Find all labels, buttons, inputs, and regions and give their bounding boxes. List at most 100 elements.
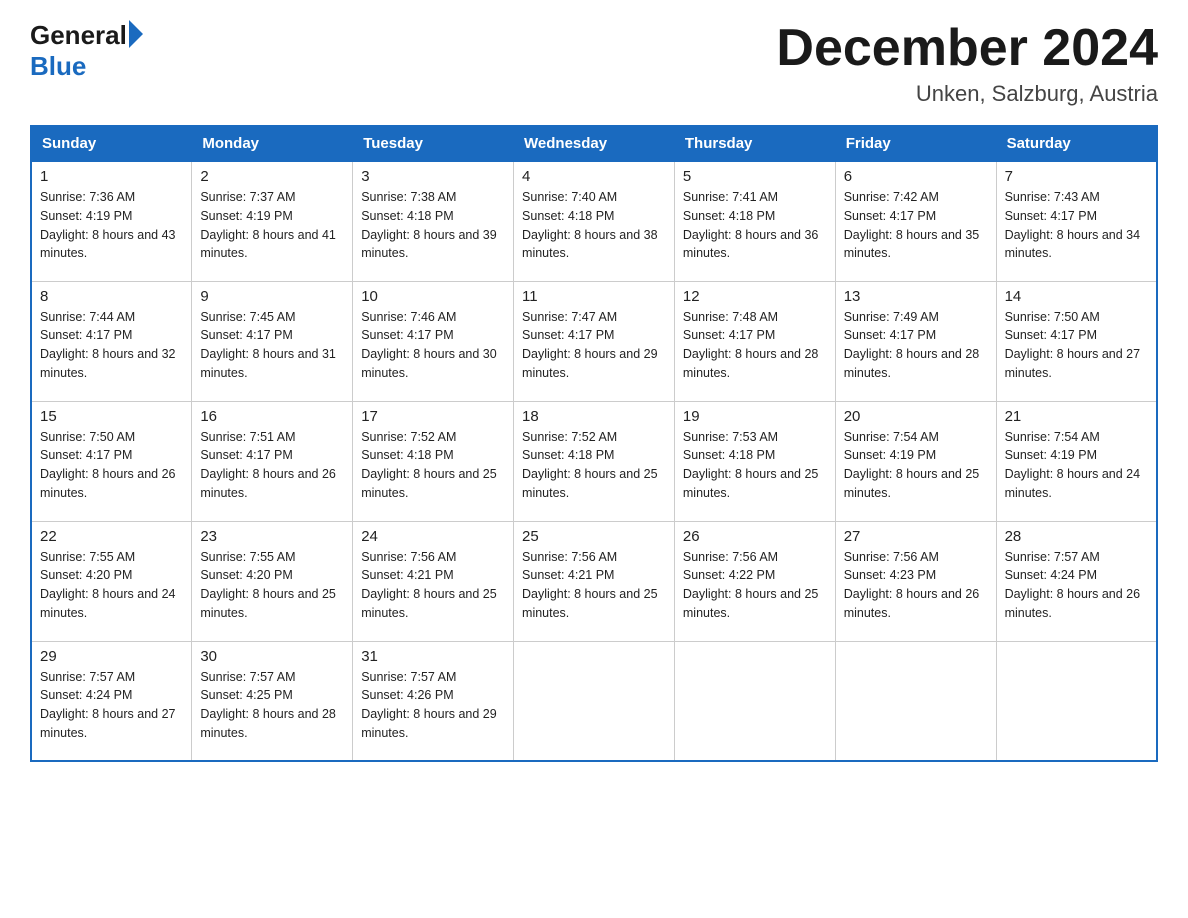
- calendar-cell: 5 Sunrise: 7:41 AMSunset: 4:18 PMDayligh…: [674, 161, 835, 281]
- day-number: 14: [1005, 288, 1148, 305]
- day-number: 7: [1005, 168, 1148, 185]
- day-number: 10: [361, 288, 505, 305]
- calendar-cell: 29 Sunrise: 7:57 AMSunset: 4:24 PMDaylig…: [31, 641, 192, 761]
- day-info: Sunrise: 7:43 AMSunset: 4:17 PMDaylight:…: [1005, 190, 1141, 260]
- day-number: 26: [683, 528, 827, 545]
- calendar-cell: 26 Sunrise: 7:56 AMSunset: 4:22 PMDaylig…: [674, 521, 835, 641]
- day-number: 29: [40, 648, 183, 665]
- month-title: December 2024: [776, 20, 1158, 77]
- calendar-cell: [996, 641, 1157, 761]
- day-number: 30: [200, 648, 344, 665]
- day-number: 20: [844, 408, 988, 425]
- day-number: 22: [40, 528, 183, 545]
- day-number: 2: [200, 168, 344, 185]
- day-info: Sunrise: 7:38 AMSunset: 4:18 PMDaylight:…: [361, 190, 497, 260]
- day-info: Sunrise: 7:49 AMSunset: 4:17 PMDaylight:…: [844, 310, 980, 380]
- calendar-cell: 8 Sunrise: 7:44 AMSunset: 4:17 PMDayligh…: [31, 281, 192, 401]
- day-number: 16: [200, 408, 344, 425]
- day-info: Sunrise: 7:57 AMSunset: 4:26 PMDaylight:…: [361, 670, 497, 740]
- day-number: 23: [200, 528, 344, 545]
- col-wednesday: Wednesday: [514, 126, 675, 161]
- day-info: Sunrise: 7:46 AMSunset: 4:17 PMDaylight:…: [361, 310, 497, 380]
- calendar-cell: 4 Sunrise: 7:40 AMSunset: 4:18 PMDayligh…: [514, 161, 675, 281]
- calendar-cell: 6 Sunrise: 7:42 AMSunset: 4:17 PMDayligh…: [835, 161, 996, 281]
- calendar-cell: 25 Sunrise: 7:56 AMSunset: 4:21 PMDaylig…: [514, 521, 675, 641]
- calendar-cell: 27 Sunrise: 7:56 AMSunset: 4:23 PMDaylig…: [835, 521, 996, 641]
- col-monday: Monday: [192, 126, 353, 161]
- calendar-cell: 13 Sunrise: 7:49 AMSunset: 4:17 PMDaylig…: [835, 281, 996, 401]
- col-friday: Friday: [835, 126, 996, 161]
- day-info: Sunrise: 7:44 AMSunset: 4:17 PMDaylight:…: [40, 310, 176, 380]
- calendar-cell: 10 Sunrise: 7:46 AMSunset: 4:17 PMDaylig…: [353, 281, 514, 401]
- day-number: 8: [40, 288, 183, 305]
- day-info: Sunrise: 7:54 AMSunset: 4:19 PMDaylight:…: [844, 430, 980, 500]
- calendar-cell: 7 Sunrise: 7:43 AMSunset: 4:17 PMDayligh…: [996, 161, 1157, 281]
- day-info: Sunrise: 7:48 AMSunset: 4:17 PMDaylight:…: [683, 310, 819, 380]
- calendar-cell: 31 Sunrise: 7:57 AMSunset: 4:26 PMDaylig…: [353, 641, 514, 761]
- logo-text-blue: Blue: [30, 51, 86, 82]
- day-info: Sunrise: 7:52 AMSunset: 4:18 PMDaylight:…: [522, 430, 658, 500]
- calendar-cell: 22 Sunrise: 7:55 AMSunset: 4:20 PMDaylig…: [31, 521, 192, 641]
- day-info: Sunrise: 7:42 AMSunset: 4:17 PMDaylight:…: [844, 190, 980, 260]
- day-number: 31: [361, 648, 505, 665]
- day-info: Sunrise: 7:56 AMSunset: 4:21 PMDaylight:…: [522, 550, 658, 620]
- day-number: 3: [361, 168, 505, 185]
- calendar-week-row: 29 Sunrise: 7:57 AMSunset: 4:24 PMDaylig…: [31, 641, 1157, 761]
- calendar-cell: 2 Sunrise: 7:37 AMSunset: 4:19 PMDayligh…: [192, 161, 353, 281]
- calendar-cell: 14 Sunrise: 7:50 AMSunset: 4:17 PMDaylig…: [996, 281, 1157, 401]
- day-number: 12: [683, 288, 827, 305]
- calendar-cell: 21 Sunrise: 7:54 AMSunset: 4:19 PMDaylig…: [996, 401, 1157, 521]
- calendar-cell: 1 Sunrise: 7:36 AMSunset: 4:19 PMDayligh…: [31, 161, 192, 281]
- day-info: Sunrise: 7:57 AMSunset: 4:24 PMDaylight:…: [40, 670, 176, 740]
- logo: General Blue: [30, 20, 143, 82]
- day-info: Sunrise: 7:51 AMSunset: 4:17 PMDaylight:…: [200, 430, 336, 500]
- title-block: December 2024 Unken, Salzburg, Austria: [776, 20, 1158, 107]
- day-number: 15: [40, 408, 183, 425]
- col-thursday: Thursday: [674, 126, 835, 161]
- calendar-week-row: 22 Sunrise: 7:55 AMSunset: 4:20 PMDaylig…: [31, 521, 1157, 641]
- calendar-cell: [674, 641, 835, 761]
- day-number: 4: [522, 168, 666, 185]
- day-info: Sunrise: 7:57 AMSunset: 4:25 PMDaylight:…: [200, 670, 336, 740]
- day-info: Sunrise: 7:45 AMSunset: 4:17 PMDaylight:…: [200, 310, 336, 380]
- day-info: Sunrise: 7:40 AMSunset: 4:18 PMDaylight:…: [522, 190, 658, 260]
- day-number: 18: [522, 408, 666, 425]
- logo-triangle-icon: [129, 20, 143, 48]
- day-number: 17: [361, 408, 505, 425]
- page-header: General Blue December 2024 Unken, Salzbu…: [30, 20, 1158, 107]
- calendar-cell: 18 Sunrise: 7:52 AMSunset: 4:18 PMDaylig…: [514, 401, 675, 521]
- day-info: Sunrise: 7:36 AMSunset: 4:19 PMDaylight:…: [40, 190, 176, 260]
- calendar-cell: 16 Sunrise: 7:51 AMSunset: 4:17 PMDaylig…: [192, 401, 353, 521]
- day-number: 25: [522, 528, 666, 545]
- day-number: 27: [844, 528, 988, 545]
- calendar-cell: 17 Sunrise: 7:52 AMSunset: 4:18 PMDaylig…: [353, 401, 514, 521]
- day-number: 19: [683, 408, 827, 425]
- calendar-cell: 15 Sunrise: 7:50 AMSunset: 4:17 PMDaylig…: [31, 401, 192, 521]
- day-number: 5: [683, 168, 827, 185]
- day-number: 24: [361, 528, 505, 545]
- calendar-cell: 19 Sunrise: 7:53 AMSunset: 4:18 PMDaylig…: [674, 401, 835, 521]
- calendar-cell: 11 Sunrise: 7:47 AMSunset: 4:17 PMDaylig…: [514, 281, 675, 401]
- day-info: Sunrise: 7:54 AMSunset: 4:19 PMDaylight:…: [1005, 430, 1141, 500]
- day-info: Sunrise: 7:56 AMSunset: 4:23 PMDaylight:…: [844, 550, 980, 620]
- day-info: Sunrise: 7:50 AMSunset: 4:17 PMDaylight:…: [40, 430, 176, 500]
- day-info: Sunrise: 7:53 AMSunset: 4:18 PMDaylight:…: [683, 430, 819, 500]
- day-number: 21: [1005, 408, 1148, 425]
- day-number: 11: [522, 288, 666, 305]
- calendar-cell: 9 Sunrise: 7:45 AMSunset: 4:17 PMDayligh…: [192, 281, 353, 401]
- calendar-cell: 23 Sunrise: 7:55 AMSunset: 4:20 PMDaylig…: [192, 521, 353, 641]
- day-info: Sunrise: 7:47 AMSunset: 4:17 PMDaylight:…: [522, 310, 658, 380]
- day-info: Sunrise: 7:37 AMSunset: 4:19 PMDaylight:…: [200, 190, 336, 260]
- calendar-table: Sunday Monday Tuesday Wednesday Thursday…: [30, 125, 1158, 762]
- day-number: 9: [200, 288, 344, 305]
- day-info: Sunrise: 7:55 AMSunset: 4:20 PMDaylight:…: [200, 550, 336, 620]
- day-info: Sunrise: 7:57 AMSunset: 4:24 PMDaylight:…: [1005, 550, 1141, 620]
- calendar-header-row: Sunday Monday Tuesday Wednesday Thursday…: [31, 126, 1157, 161]
- day-info: Sunrise: 7:56 AMSunset: 4:21 PMDaylight:…: [361, 550, 497, 620]
- calendar-week-row: 8 Sunrise: 7:44 AMSunset: 4:17 PMDayligh…: [31, 281, 1157, 401]
- day-info: Sunrise: 7:41 AMSunset: 4:18 PMDaylight:…: [683, 190, 819, 260]
- day-info: Sunrise: 7:55 AMSunset: 4:20 PMDaylight:…: [40, 550, 176, 620]
- calendar-cell: 3 Sunrise: 7:38 AMSunset: 4:18 PMDayligh…: [353, 161, 514, 281]
- calendar-week-row: 15 Sunrise: 7:50 AMSunset: 4:17 PMDaylig…: [31, 401, 1157, 521]
- day-number: 28: [1005, 528, 1148, 545]
